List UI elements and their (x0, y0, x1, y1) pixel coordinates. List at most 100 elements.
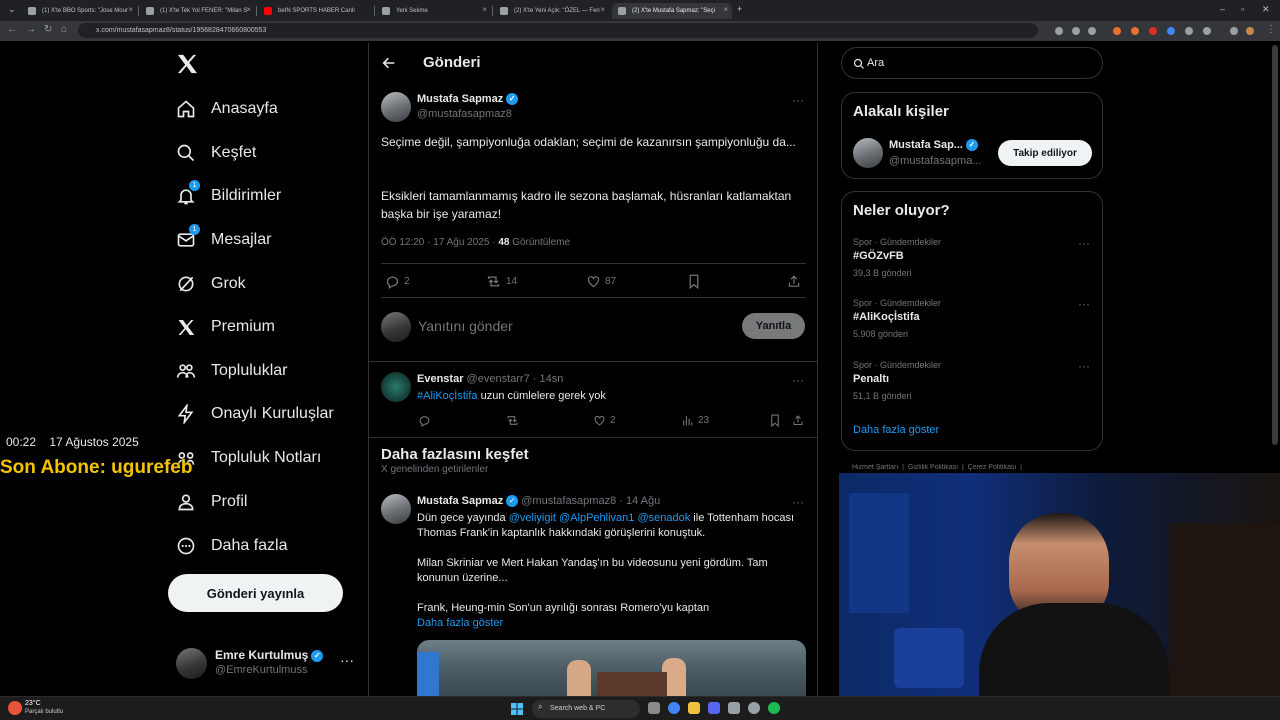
nav-item-notifications[interactable]: 1 Bildirimler (168, 174, 281, 218)
share-button[interactable] (787, 274, 805, 289)
mention-link[interactable]: @senadok (637, 512, 690, 524)
downloads-icon[interactable] (1230, 27, 1238, 35)
extension-icon[interactable] (1167, 27, 1175, 35)
nav-item-grok[interactable]: Grok (168, 262, 246, 306)
app-icon[interactable] (728, 702, 740, 714)
post-button[interactable]: Gönderi yayınla (168, 574, 343, 612)
more-icon[interactable]: ··· (792, 495, 804, 509)
app-icon[interactable] (748, 702, 760, 714)
trend-item[interactable]: Spor · Gündemdekiler #GÖZvFB 39,3 B gönd… (842, 232, 1102, 288)
views-button[interactable]: 23 (681, 414, 709, 427)
extension-icon[interactable] (1055, 27, 1063, 35)
page-scrollbar[interactable] (1272, 45, 1278, 445)
close-icon[interactable]: × (723, 5, 728, 14)
more-icon[interactable]: ··· (1078, 359, 1090, 373)
reply-button[interactable]: Yanıtla (742, 313, 805, 339)
retweet-button[interactable]: 14 (485, 274, 517, 289)
reload-icon[interactable]: ↻ (44, 24, 52, 35)
tweet-author-name[interactable]: Mustafa Sapmaz ✓ (417, 93, 519, 106)
show-more-link[interactable]: Daha fazla göster (417, 616, 503, 631)
discord-icon[interactable] (708, 702, 720, 714)
close-icon[interactable]: × (482, 5, 487, 14)
nav-item-profile[interactable]: Profil (168, 480, 247, 524)
bookmark-button[interactable] (769, 414, 785, 427)
nav-item-verified-orgs[interactable]: Onaylı Kuruluşlar (168, 392, 334, 436)
weather-temp[interactable]: 23°C (25, 700, 41, 707)
browser-menu-icon[interactable]: ⋮ (1266, 24, 1276, 35)
more-icon[interactable]: ··· (792, 373, 804, 387)
retweet-button[interactable] (505, 414, 524, 427)
tweet-author[interactable]: Mustafa Sapmaz ✓ @mustafasapmaz8 · 14 Ağu (417, 495, 660, 508)
back-icon[interactable]: ← (7, 24, 17, 35)
minimize-icon[interactable]: – (1220, 4, 1225, 14)
extension-icon[interactable] (1113, 27, 1121, 35)
nav-item-messages[interactable]: 1 Mesajlar (168, 218, 271, 262)
back-arrow-icon[interactable] (381, 55, 397, 76)
extension-icon[interactable] (1131, 27, 1139, 35)
new-tab-icon[interactable]: + (737, 4, 742, 14)
nav-item-communities[interactable]: Topluluklar (168, 349, 287, 393)
window-close-icon[interactable]: ✕ (1262, 4, 1270, 15)
maximize-icon[interactable]: ▫ (1241, 4, 1244, 14)
nav-item-more[interactable]: Daha fazla (168, 524, 288, 568)
more-icon[interactable]: ··· (1078, 297, 1090, 311)
extension-icon[interactable] (1149, 27, 1157, 35)
bookmark-button[interactable] (687, 274, 705, 289)
close-icon[interactable]: × (600, 5, 605, 14)
like-button[interactable]: 87 (586, 274, 616, 289)
reply-input[interactable]: Yanıtını gönder (418, 318, 513, 334)
bookmark-star-icon[interactable] (1088, 27, 1096, 35)
nav-item-premium[interactable]: Premium (168, 305, 275, 349)
reply-author[interactable]: Evenstar @evenstarr7 · 14sn (417, 373, 563, 385)
avatar[interactable] (853, 138, 883, 168)
browser-tab[interactable]: (1) X'te Tek Yol FENER: "Milan S × (140, 3, 255, 19)
spotify-icon[interactable] (768, 702, 780, 714)
zoom-icon[interactable] (1072, 27, 1080, 35)
account-switcher[interactable]: Emre Kurtulmuş ✓ @EmreKurtulmuss ··· (168, 640, 358, 686)
browser-tab-active[interactable]: (2) X'te Mustafa Sapmaz: "Seçi × (612, 3, 732, 19)
task-view-icon[interactable] (648, 702, 660, 714)
browser-tab[interactable]: Yeni Sekme × (376, 3, 491, 19)
tweet-media-image[interactable] (417, 640, 806, 696)
person-handle[interactable]: @mustafasapma... (889, 155, 981, 167)
nav-item-home[interactable]: Anasayfa (168, 87, 278, 131)
forward-icon[interactable]: → (26, 24, 36, 35)
show-more-link[interactable]: Daha fazla göster (853, 424, 939, 436)
address-bar[interactable]: x.com/mustafasapmaz8/status/195682847066… (78, 23, 1038, 38)
browser-tab[interactable]: (1) X'te BBO Sports: "Jose Mour × (22, 3, 137, 19)
hashtag-link[interactable]: #AliKoçİstifa (417, 390, 478, 402)
browser-tab[interactable]: (2) X'te Yeni Açık: "ÖZEL — Fen × (494, 3, 609, 19)
mention-link[interactable]: @veliyigit (509, 512, 556, 524)
avatar[interactable] (381, 92, 411, 122)
extensions-puzzle-icon[interactable] (1203, 27, 1211, 35)
profile-avatar-icon[interactable] (1246, 27, 1254, 35)
person-name[interactable]: Mustafa Sap... ✓ (889, 139, 978, 152)
chrome-icon[interactable] (668, 702, 680, 714)
reply-button[interactable] (418, 414, 435, 427)
windows-start-icon[interactable] (511, 702, 523, 715)
avatar[interactable] (381, 372, 411, 402)
footer-links[interactable]: Hizmet Şartları | Gizlilik Politikası | … (852, 464, 1022, 472)
more-icon[interactable]: ··· (340, 652, 354, 668)
more-icon[interactable]: ··· (1078, 236, 1090, 250)
nav-item-explore[interactable]: Keşfet (168, 131, 256, 175)
weather-icon[interactable] (8, 701, 22, 715)
close-icon[interactable]: × (246, 5, 251, 14)
search-input[interactable]: Ara (841, 47, 1103, 79)
x-logo-icon[interactable] (176, 54, 198, 79)
avatar[interactable] (381, 494, 411, 524)
like-button[interactable]: 2 (593, 414, 616, 427)
file-explorer-icon[interactable] (688, 702, 700, 714)
mention-link[interactable]: @AlpPehlivan1 (559, 512, 634, 524)
trend-item[interactable]: Spor · Gündemdekiler #AliKoçİstifa 5.908… (842, 293, 1102, 349)
share-button[interactable] (792, 414, 808, 427)
home-icon[interactable]: ⌂ (61, 24, 67, 35)
taskbar-search[interactable]: Search web & PC (532, 700, 640, 718)
more-icon[interactable]: ··· (792, 93, 804, 107)
tweet-author-handle[interactable]: @mustafasapmaz8 (417, 108, 512, 120)
browser-tab[interactable]: beIN SPORTS HABER Canlı (258, 3, 373, 19)
reply-button[interactable]: 2 (385, 274, 410, 289)
following-button[interactable]: Takip ediliyor (998, 140, 1092, 166)
trend-item[interactable]: Spor · Gündemdekiler Penaltı 51,1 B gönd… (842, 355, 1102, 411)
weather-desc[interactable]: Parçalı bulutlu (25, 709, 63, 715)
